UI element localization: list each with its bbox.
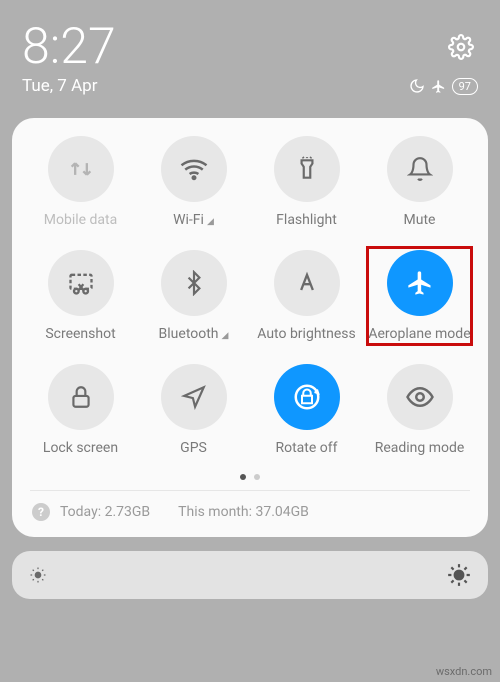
wifi-icon <box>179 154 209 184</box>
eye-icon <box>405 382 435 412</box>
clock-date: Tue, 7 Apr <box>22 76 97 96</box>
tile-mobile-data[interactable]: Mobile data <box>24 136 137 228</box>
tile-label: GPS <box>180 440 207 456</box>
settings-button[interactable] <box>448 34 474 64</box>
tile-wifi[interactable]: Wi-Fi◢ <box>137 136 250 228</box>
lock-icon <box>68 384 94 410</box>
status-icons: 97 <box>409 78 478 95</box>
tile-label: Lock screen <box>43 440 118 456</box>
page-dot-2 <box>254 474 260 480</box>
gear-icon <box>448 34 474 60</box>
chevron-icon: ◢ <box>207 217 214 227</box>
brightness-slider[interactable] <box>12 551 488 599</box>
tile-screenshot[interactable]: Screenshot <box>24 250 137 342</box>
tile-label: Mobile data <box>44 212 117 228</box>
brightness-low-icon <box>28 565 48 585</box>
scissors-icon <box>67 269 95 297</box>
page-indicator <box>24 474 476 480</box>
bell-icon <box>407 156 433 182</box>
clock-time: 8:27 <box>22 22 478 72</box>
tile-gps[interactable]: GPS <box>137 364 250 456</box>
tile-auto-brightness[interactable]: Auto brightness <box>250 250 363 342</box>
tile-label: Auto brightness <box>257 326 355 342</box>
watermark: wsxdn.com <box>436 665 492 678</box>
airplane-status-icon <box>431 79 446 94</box>
battery-indicator: 97 <box>452 78 478 95</box>
highlight-annotation <box>366 246 473 346</box>
data-usage-row[interactable]: ? Today: 2.73GB This month: 37.04GB <box>24 495 476 525</box>
tile-label: Mute <box>404 212 436 228</box>
tile-label: Wi-Fi◢ <box>173 212 214 228</box>
chevron-icon: ◢ <box>222 331 229 341</box>
tile-bluetooth[interactable]: Bluetooth◢ <box>137 250 250 342</box>
tile-flashlight[interactable]: Flashlight <box>250 136 363 228</box>
tile-reading-mode[interactable]: Reading mode <box>363 364 476 456</box>
mobile-data-icon <box>67 155 95 183</box>
quick-settings-panel: Mobile data Wi-Fi◢ Flashlight Mute Scree… <box>12 118 488 537</box>
bluetooth-icon <box>181 270 207 296</box>
tile-label: Flashlight <box>276 212 337 228</box>
tile-label: Bluetooth◢ <box>159 326 229 342</box>
moon-icon <box>409 78 425 94</box>
tile-lock-screen[interactable]: Lock screen <box>24 364 137 456</box>
info-icon: ? <box>32 503 50 521</box>
rotate-lock-icon <box>292 382 322 412</box>
tile-label: Reading mode <box>375 440 465 456</box>
page-dot-1 <box>240 474 246 480</box>
brightness-high-icon <box>446 562 472 588</box>
tile-label: Screenshot <box>45 326 115 342</box>
usage-today: Today: 2.73GB <box>60 504 150 520</box>
tile-mute[interactable]: Mute <box>363 136 476 228</box>
location-icon <box>181 384 207 410</box>
divider <box>30 490 470 491</box>
auto-brightness-icon <box>293 269 321 297</box>
usage-month: This month: 37.04GB <box>178 504 309 520</box>
tile-aeroplane-mode[interactable]: Aeroplane mode <box>363 250 476 342</box>
flashlight-icon <box>294 156 320 182</box>
tile-label: Rotate off <box>275 440 337 456</box>
tile-rotate-off[interactable]: Rotate off <box>250 364 363 456</box>
